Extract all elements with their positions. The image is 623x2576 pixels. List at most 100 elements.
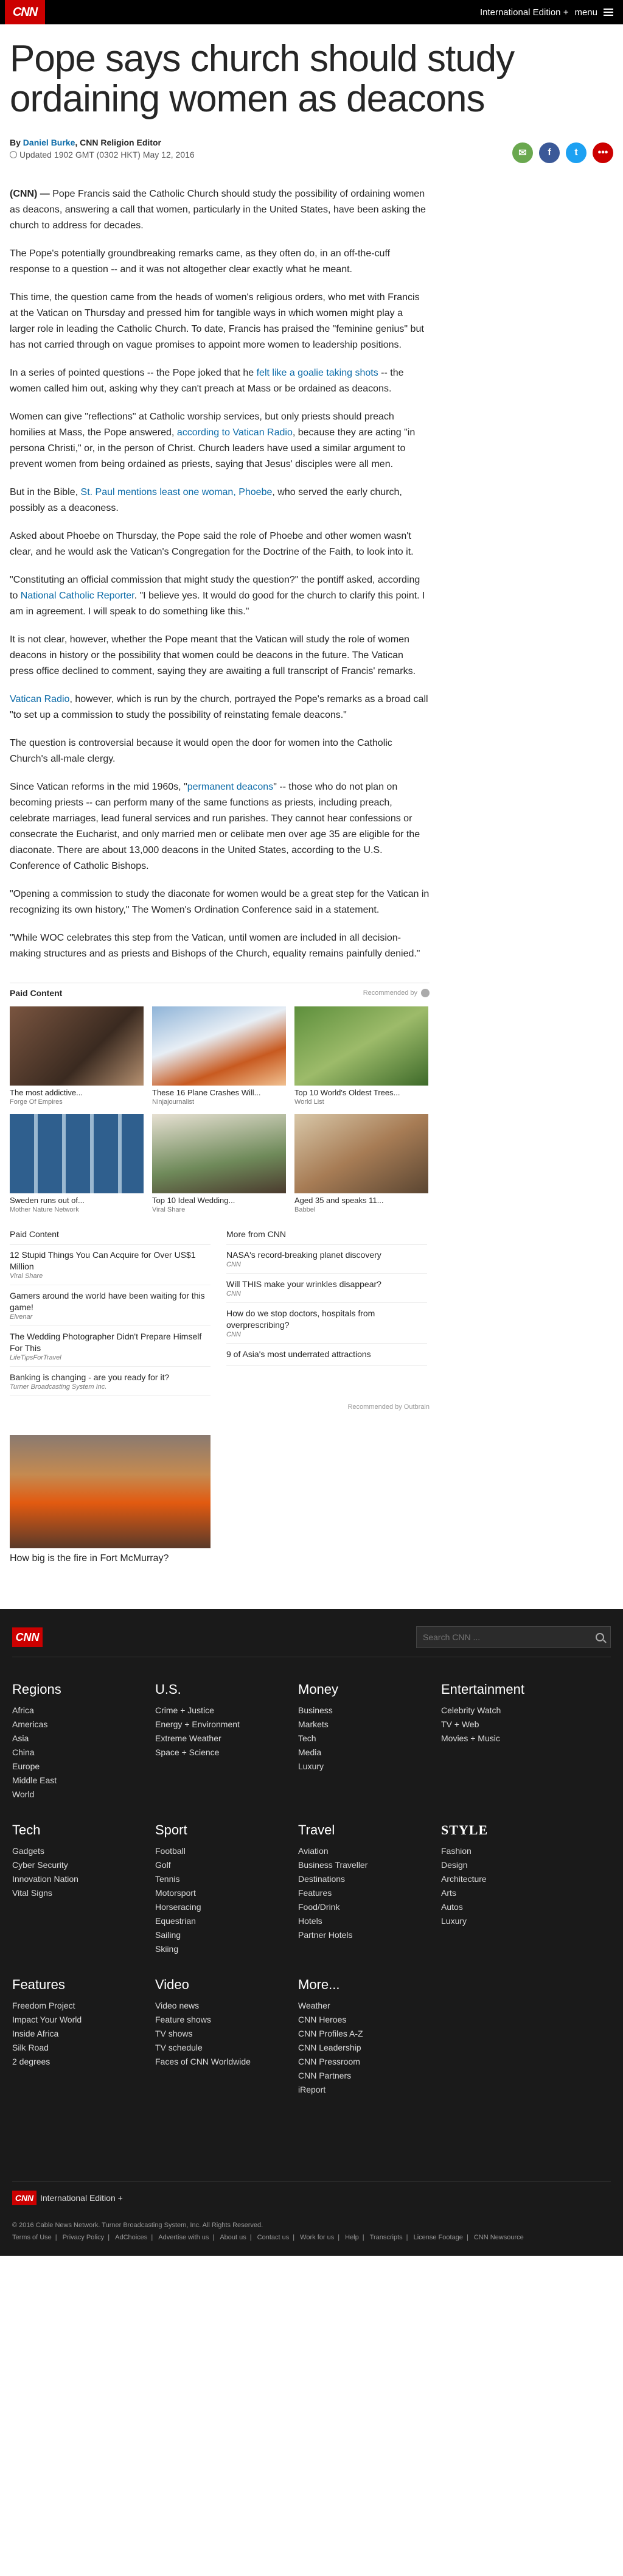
list-item[interactable]: NASA's record-breaking planet discovery C…: [226, 1244, 427, 1274]
footer-section-title[interactable]: Tech: [12, 1822, 155, 1838]
footer-link[interactable]: CNN Partners: [298, 2069, 441, 2083]
paid-thumb-card[interactable]: These 16 Plane Crashes Will... Ninjajourn…: [152, 1006, 286, 1106]
footer-link[interactable]: CNN Profiles A-Z: [298, 2027, 441, 2041]
twitter-share-icon[interactable]: t: [566, 142, 586, 163]
footer-link[interactable]: Horseracing: [155, 1900, 298, 1914]
list-item[interactable]: How do we stop doctors, hospitals from o…: [226, 1303, 427, 1344]
footer-link[interactable]: Sailing: [155, 1928, 298, 1942]
author-link[interactable]: Daniel Burke: [23, 138, 75, 147]
footer-link[interactable]: Architecture: [441, 1872, 584, 1886]
footer-link[interactable]: Extreme Weather: [155, 1732, 298, 1746]
list-item[interactable]: 12 Stupid Things You Can Acquire for Ove…: [10, 1244, 211, 1285]
footer-link[interactable]: Markets: [298, 1718, 441, 1732]
footer-section-title[interactable]: Sport: [155, 1822, 298, 1838]
footer-link[interactable]: Innovation Nation: [12, 1872, 155, 1886]
footer-link[interactable]: Cyber Security: [12, 1858, 155, 1872]
footer-section-title[interactable]: Entertainment: [441, 1682, 584, 1697]
footer-link[interactable]: Gadgets: [12, 1844, 155, 1858]
permanent-deacons-link[interactable]: permanent deacons: [187, 782, 273, 792]
footer-section-title[interactable]: Travel: [298, 1822, 441, 1838]
footer-link[interactable]: TV schedule: [155, 2041, 298, 2055]
footer-link[interactable]: Hotels: [298, 1914, 441, 1928]
more-share-icon[interactable]: •••: [593, 142, 613, 163]
legal-link[interactable]: Help: [345, 2234, 359, 2241]
list-item[interactable]: The Wedding Photographer Didn't Prepare …: [10, 1326, 211, 1367]
footer-link[interactable]: TV + Web: [441, 1718, 584, 1732]
legal-link[interactable]: Work for us: [300, 2234, 334, 2241]
footer-link[interactable]: Tennis: [155, 1872, 298, 1886]
footer-link[interactable]: Africa: [12, 1704, 155, 1718]
video-thumbnail[interactable]: [10, 1435, 211, 1548]
footer-link[interactable]: Freedom Project: [12, 1999, 155, 2013]
footer-link[interactable]: Business: [298, 1704, 441, 1718]
legal-link[interactable]: CNN Newsource: [474, 2234, 524, 2241]
footer-link[interactable]: Europe: [12, 1760, 155, 1774]
paid-thumb-card[interactable]: The most addictive... Forge Of Empires: [10, 1006, 144, 1106]
cnn-logo[interactable]: CNN: [5, 0, 45, 24]
footer-link[interactable]: Arts: [441, 1886, 584, 1900]
footer-link[interactable]: CNN Pressroom: [298, 2055, 441, 2069]
footer-link[interactable]: Celebrity Watch: [441, 1704, 584, 1718]
footer-link[interactable]: CNN Leadership: [298, 2041, 441, 2055]
footer-link[interactable]: Football: [155, 1844, 298, 1858]
footer-link[interactable]: Design: [441, 1858, 584, 1872]
footer-link[interactable]: Asia: [12, 1732, 155, 1746]
footer-link[interactable]: Movies + Music: [441, 1732, 584, 1746]
legal-link[interactable]: AdChoices: [115, 2234, 147, 2241]
paid-thumb-card[interactable]: Sweden runs out of... Mother Nature Netwo…: [10, 1114, 144, 1213]
footer-link[interactable]: Vital Signs: [12, 1886, 155, 1900]
legal-link[interactable]: License Footage: [414, 2234, 463, 2241]
footer-link[interactable]: Inside Africa: [12, 2027, 155, 2041]
list-item[interactable]: Gamers around the world have been waitin…: [10, 1285, 211, 1326]
vatican-radio-link[interactable]: according to Vatican Radio: [177, 427, 293, 438]
footer-link[interactable]: World: [12, 1788, 155, 1802]
video-caption[interactable]: How big is the fire in Fort McMurray?: [10, 1553, 613, 1564]
footer-link[interactable]: CNN Heroes: [298, 2013, 441, 2027]
footer-section-title[interactable]: Video: [155, 1977, 298, 1993]
recommended-by[interactable]: Recommended by: [363, 989, 430, 997]
paid-thumb-card[interactable]: Top 10 World's Oldest Trees... World List: [294, 1006, 428, 1106]
legal-link[interactable]: Transcripts: [370, 2234, 403, 2241]
legal-link[interactable]: About us: [220, 2234, 246, 2241]
list-item[interactable]: 9 of Asia's most underrated attractions: [226, 1344, 427, 1366]
footer-link[interactable]: Autos: [441, 1900, 584, 1914]
search-icon[interactable]: [596, 1633, 604, 1641]
footer-link[interactable]: Impact Your World: [12, 2013, 155, 2027]
footer-edition-selector[interactable]: International Edition +: [40, 2193, 123, 2203]
footer-section-title[interactable]: Features: [12, 1977, 155, 1993]
footer-link[interactable]: Features: [298, 1886, 441, 1900]
list-item[interactable]: Banking is changing - are you ready for …: [10, 1367, 211, 1396]
footer-link[interactable]: Aviation: [298, 1844, 441, 1858]
footer-section-title[interactable]: Regions: [12, 1682, 155, 1697]
footer-link[interactable]: Equestrian: [155, 1914, 298, 1928]
legal-link[interactable]: Contact us: [257, 2234, 290, 2241]
facebook-share-icon[interactable]: f: [539, 142, 560, 163]
footer-link[interactable]: China: [12, 1746, 155, 1760]
edition-selector[interactable]: International Edition +: [480, 7, 569, 18]
footer-link[interactable]: Middle East: [12, 1774, 155, 1788]
ncr-link[interactable]: National Catholic Reporter: [21, 591, 134, 601]
footer-section-title[interactable]: STYLE: [441, 1822, 584, 1838]
messenger-share-icon[interactable]: ✉: [512, 142, 533, 163]
footer-link[interactable]: Golf: [155, 1858, 298, 1872]
outbrain-credit[interactable]: Recommended by Outbrain: [10, 1403, 430, 1411]
footer-link[interactable]: TV shows: [155, 2027, 298, 2041]
footer-link[interactable]: iReport: [298, 2083, 441, 2097]
footer-link[interactable]: Feature shows: [155, 2013, 298, 2027]
list-item[interactable]: Will THIS make your wrinkles disappear? C…: [226, 1274, 427, 1303]
legal-link[interactable]: Terms of Use: [12, 2234, 52, 2241]
footer-link[interactable]: Motorsport: [155, 1886, 298, 1900]
menu-label[interactable]: menu: [574, 7, 597, 18]
legal-link[interactable]: Privacy Policy: [63, 2234, 104, 2241]
hamburger-icon[interactable]: [604, 9, 613, 16]
footer-link[interactable]: Food/Drink: [298, 1900, 441, 1914]
footer-link[interactable]: Space + Science: [155, 1746, 298, 1760]
footer-link[interactable]: Business Traveller: [298, 1858, 441, 1872]
footer-section-title[interactable]: U.S.: [155, 1682, 298, 1697]
footer-link[interactable]: Americas: [12, 1718, 155, 1732]
goalie-link[interactable]: felt like a goalie taking shots: [257, 368, 378, 378]
paid-thumb-card[interactable]: Aged 35 and speaks 11... Babbel: [294, 1114, 428, 1213]
footer-link[interactable]: Destinations: [298, 1872, 441, 1886]
paid-thumb-card[interactable]: Top 10 Ideal Wedding... Viral Share: [152, 1114, 286, 1213]
footer-cnn-logo[interactable]: CNN: [12, 1627, 43, 1647]
